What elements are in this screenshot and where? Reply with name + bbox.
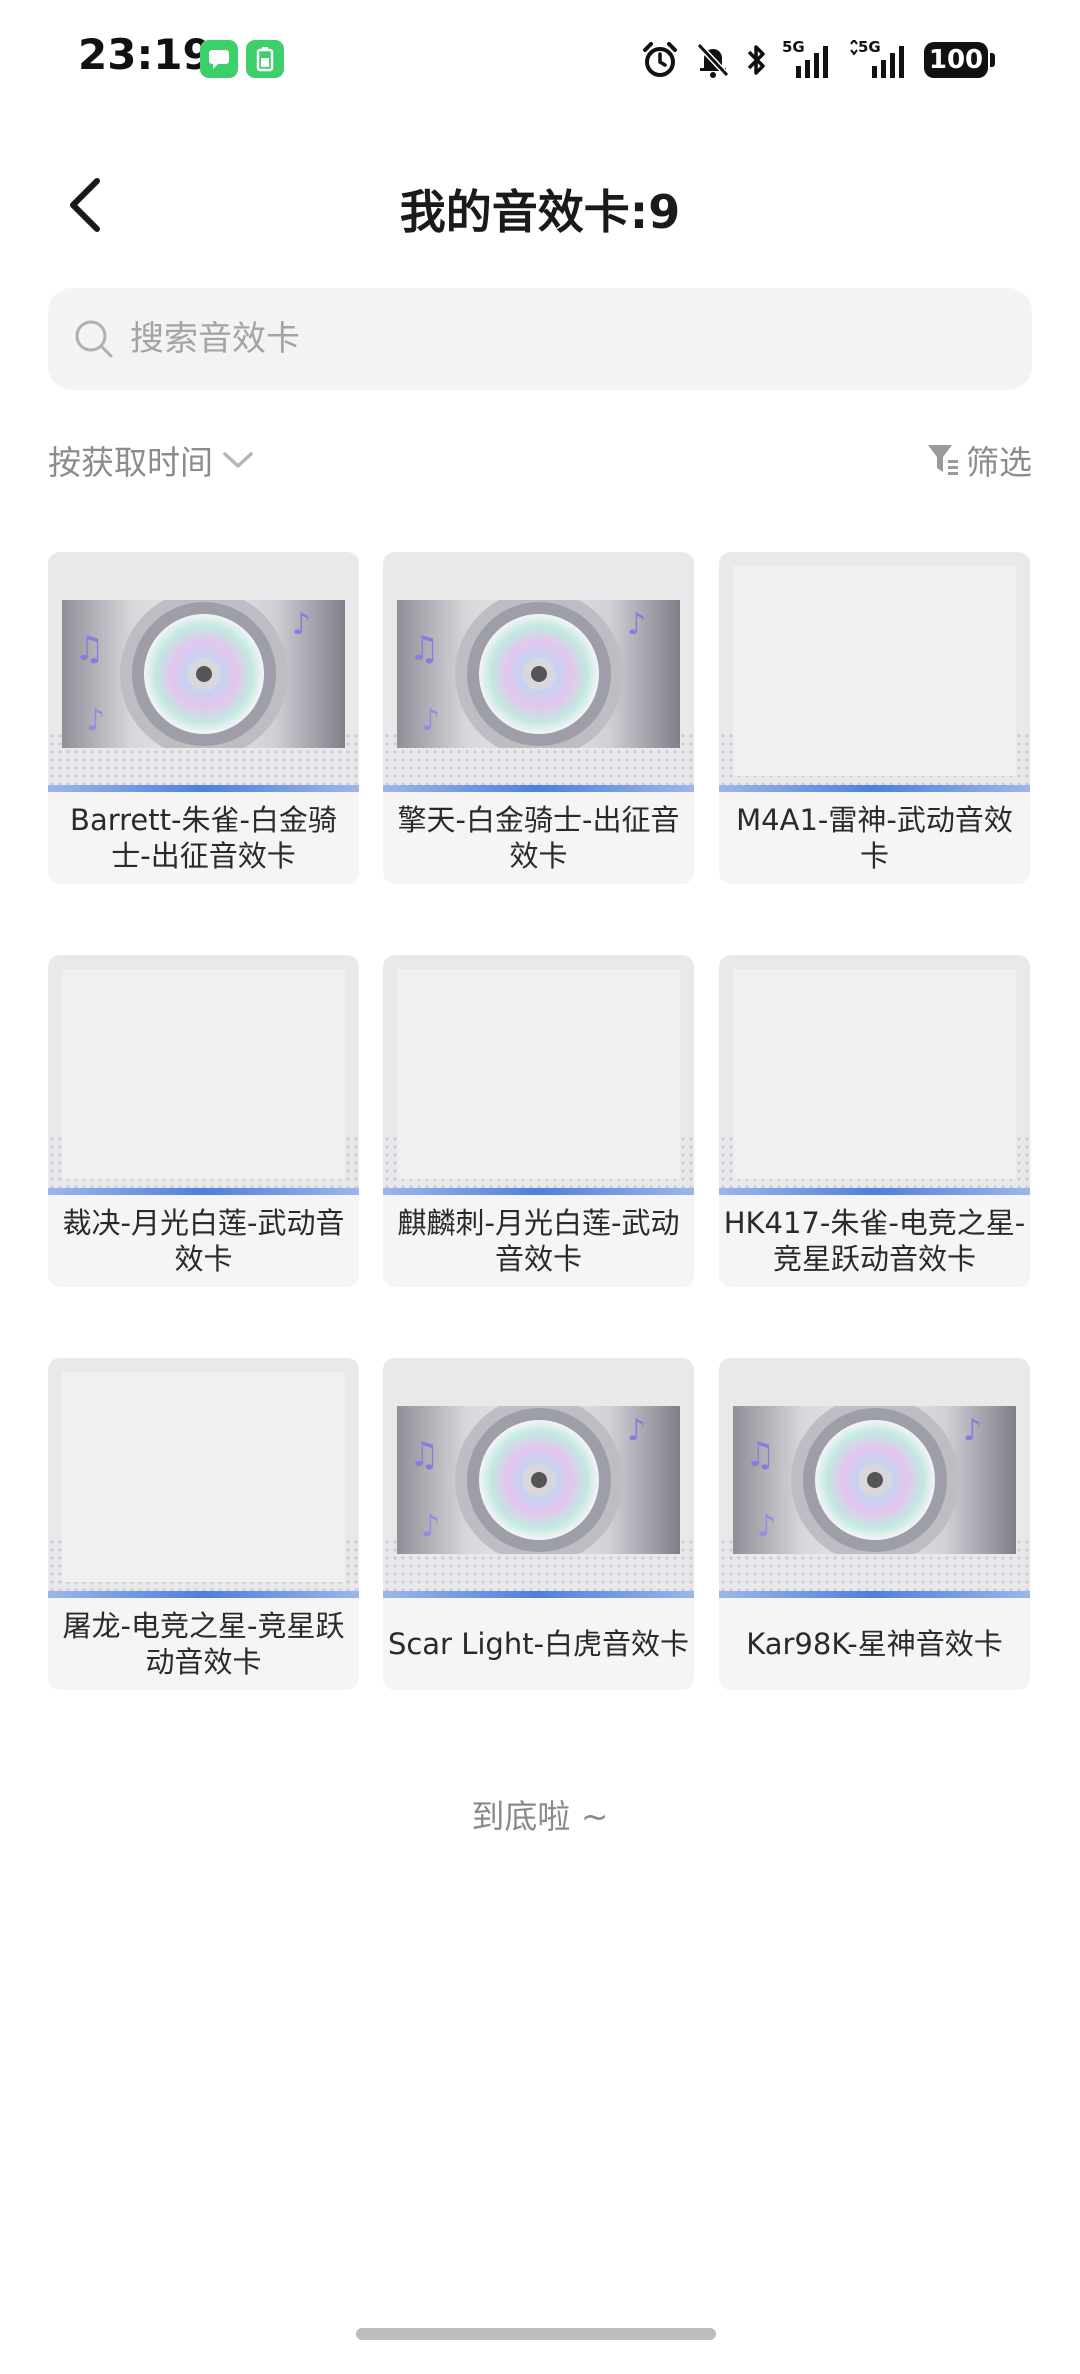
sound-card-thumbnail [719, 552, 1030, 792]
sound-card-thumbnail [48, 1358, 359, 1598]
svg-text:♪: ♪ [86, 703, 105, 738]
home-indicator[interactable] [356, 2328, 716, 2340]
music-disc-icon: ♫ ♪ ♪ [62, 600, 345, 748]
sound-card[interactable]: 麒麟刺-月光白莲-武动音效卡 [383, 955, 694, 1287]
svg-text:♪: ♪ [292, 607, 311, 642]
svg-text:♫: ♫ [745, 1435, 775, 1475]
sound-card[interactable]: ♫ ♪ ♪ Barrett-朱雀-白金骑士-出征音效卡 [48, 552, 359, 884]
sound-card-name: 擎天-白金骑士-出征音效卡 [397, 803, 680, 873]
sound-card-thumbnail [48, 955, 359, 1195]
sound-card-name: M4A1-雷神-武动音效卡 [736, 803, 1013, 873]
card-accent-line [383, 1591, 694, 1598]
sort-label: 按获取时间 [48, 443, 213, 482]
svg-text:♪: ♪ [421, 703, 440, 738]
signal-5g-icon-1: 5G [782, 38, 834, 80]
music-disc-icon: ♫ ♪ ♪ [733, 1406, 1016, 1554]
sound-card-thumbnail [719, 955, 1030, 1195]
sound-card[interactable]: HK417-朱雀-电竞之星-竞星跃动音效卡 [719, 955, 1030, 1287]
chevron-down-icon [221, 448, 255, 472]
sound-card-thumbnail: ♫ ♪ ♪ [48, 552, 359, 792]
sound-card-name: 裁决-月光白莲-武动音效卡 [62, 1206, 345, 1276]
sound-card[interactable]: ♫ ♪ ♪ Kar98K-星神音效卡 [719, 1358, 1030, 1690]
sound-card-thumbnail: ♫ ♪ ♪ [383, 552, 694, 792]
header: 我的音效卡:9 [0, 150, 1080, 260]
image-placeholder [733, 566, 1016, 776]
svg-text:♫: ♫ [74, 629, 104, 669]
sound-card-name: HK417-朱雀-电竞之星-竞星跃动音效卡 [723, 1206, 1026, 1276]
music-disc-icon: ♫ ♪ ♪ [397, 1406, 680, 1554]
sound-card-thumbnail: ♫ ♪ ♪ [719, 1358, 1030, 1598]
svg-text:♫: ♫ [409, 1435, 439, 1475]
net-label-1: 5G [782, 38, 805, 56]
sound-card-name: Barrett-朱雀-白金骑士-出征音效卡 [70, 803, 337, 873]
battery-icon: 100 [924, 42, 995, 78]
card-accent-line [48, 785, 359, 792]
sound-card-name: Kar98K-星神音效卡 [746, 1627, 1003, 1661]
sound-card[interactable]: M4A1-雷神-武动音效卡 [719, 552, 1030, 884]
svg-text:♪: ♪ [627, 607, 646, 642]
music-disc-icon: ♫ ♪ ♪ [397, 600, 680, 748]
mute-bell-icon [694, 40, 732, 80]
net-label-2: 5G [858, 38, 881, 56]
filter-button[interactable]: 筛选 [926, 436, 1032, 484]
sort-filter-row: 按获取时间 筛选 [48, 436, 1032, 492]
image-placeholder [62, 1372, 345, 1582]
sound-card[interactable]: 屠龙-电竞之星-竞星跃动音效卡 [48, 1358, 359, 1690]
search-icon [72, 317, 116, 361]
image-placeholder [62, 969, 345, 1179]
end-of-list-text: 到底啦 ~ [471, 1797, 609, 1836]
filter-icon [926, 442, 960, 478]
battery-notification-icon [246, 40, 284, 78]
sound-card-thumbnail [383, 955, 694, 1195]
page-title: 我的音效卡:9 [399, 185, 681, 239]
card-accent-line [48, 1188, 359, 1195]
search-input[interactable] [128, 318, 992, 360]
filter-label: 筛选 [966, 443, 1032, 482]
svg-text:♪: ♪ [757, 1509, 776, 1544]
card-accent-line [719, 1188, 1030, 1195]
sound-card[interactable]: ♫ ♪ ♪ Scar Light-白虎音效卡 [383, 1358, 694, 1690]
bluetooth-icon [746, 41, 768, 79]
card-accent-line [719, 785, 1030, 792]
image-placeholder [397, 969, 680, 1179]
sound-card[interactable]: ♫ ♪ ♪ 擎天-白金骑士-出征音效卡 [383, 552, 694, 884]
sound-card-name: 屠龙-电竞之星-竞星跃动音效卡 [62, 1609, 345, 1679]
svg-text:♫: ♫ [409, 629, 439, 669]
card-accent-line [383, 1188, 694, 1195]
sound-card-thumbnail: ♫ ♪ ♪ [383, 1358, 694, 1598]
card-accent-line [383, 785, 694, 792]
image-placeholder [733, 969, 1016, 1179]
search-bar[interactable] [48, 288, 1032, 390]
sort-dropdown[interactable]: 按获取时间 [48, 436, 255, 484]
status-bar: 23:19 5G 5G 100 [0, 0, 1080, 120]
signal-5g-icon-2: 5G [848, 38, 910, 80]
status-icons: 5G 5G 100 [640, 36, 995, 84]
card-accent-line [48, 1591, 359, 1598]
alarm-icon [640, 40, 680, 80]
status-time: 23:19 [78, 30, 212, 79]
sound-card-name: 麒麟刺-月光白莲-武动音效卡 [397, 1206, 680, 1276]
sound-card-name: Scar Light-白虎音效卡 [387, 1627, 690, 1661]
message-notification-icon [200, 40, 238, 78]
svg-text:♪: ♪ [421, 1509, 440, 1544]
svg-text:♪: ♪ [627, 1413, 646, 1448]
svg-text:♪: ♪ [963, 1413, 982, 1448]
card-accent-line [719, 1591, 1030, 1598]
sound-card[interactable]: 裁决-月光白莲-武动音效卡 [48, 955, 359, 1287]
